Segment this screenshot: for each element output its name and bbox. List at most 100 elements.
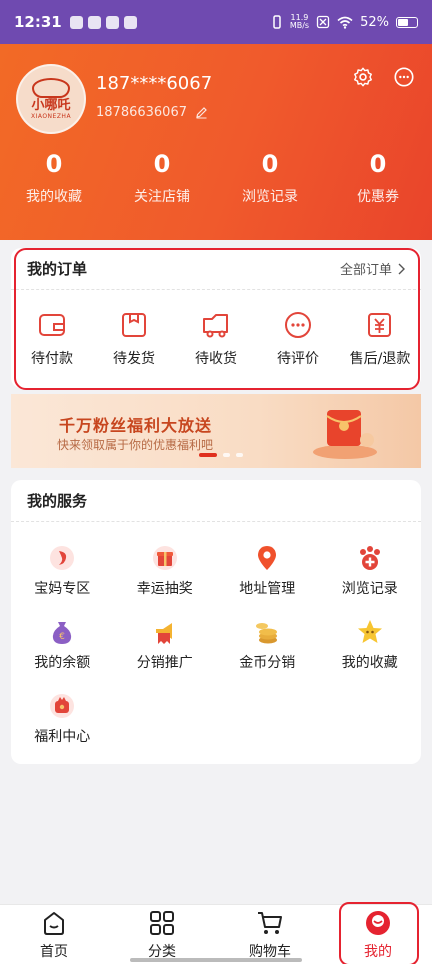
net-speed: 11.9 MB/s [289, 13, 310, 30]
notification-icons [69, 15, 137, 29]
order-label: 待收货 [195, 351, 237, 367]
stat-value: 0 [369, 150, 387, 178]
wifi-icon [337, 16, 353, 29]
service-label: 金币分销 [239, 655, 296, 671]
chevron-right-icon [398, 263, 405, 274]
status-right: 11.9 MB/s 52% [271, 14, 418, 30]
settings-gear-icon[interactable] [352, 66, 374, 88]
avatar-brand-en: XIAONEZHA [30, 113, 72, 120]
bottom-nav: 首页 分类 购物车 我的 [0, 904, 432, 964]
order-pending-receipt[interactable]: 待收货 [175, 310, 257, 368]
banner-subtitle: 快来领取属于你的优惠福利吧 [57, 438, 214, 452]
tiktok-icon [87, 15, 101, 29]
status-bar: 12:31 11.9 MB/s 52% [0, 0, 432, 44]
order-pending-payment[interactable]: 待付款 [11, 310, 93, 368]
service-coin-distribution[interactable]: 金币分销 [216, 608, 319, 682]
stat-followed-shops[interactable]: 0 关注店铺 [108, 150, 216, 206]
service-favorites[interactable]: 我的收藏 [319, 608, 422, 682]
stat-label: 我的收藏 [26, 189, 82, 205]
stat-label: 优惠券 [357, 189, 399, 205]
nav-home[interactable]: 首页 [0, 905, 108, 964]
all-orders-label: 全部订单 [339, 263, 392, 278]
service-browsing-history[interactable]: 浏览记录 [319, 534, 422, 608]
all-orders-link[interactable]: 全部订单 [340, 259, 405, 278]
service-mom-zone[interactable]: 宝妈专区 [11, 534, 114, 608]
order-pending-shipment[interactable]: 待发货 [93, 310, 175, 368]
money-bag-icon: € [53, 622, 72, 644]
paw-history-icon [359, 546, 380, 570]
red-envelope-icon [313, 410, 377, 459]
service-distribution[interactable]: 分销推广 [114, 608, 217, 682]
stats-row: 0 我的收藏 0 关注店铺 0 浏览记录 0 优惠券 [0, 150, 432, 206]
service-balance[interactable]: € 我的余额 [11, 608, 114, 682]
nav-category[interactable]: 分类 [108, 905, 216, 964]
battery-icon [396, 16, 418, 28]
order-status-row: 待付款 待发货 待收货 待评价 售后/退款 [11, 290, 421, 368]
promo-banner[interactable]: 千万粉丝福利大放送 快来领取属于你的优惠福利吧 [11, 394, 421, 468]
service-label: 幸运抽奖 [136, 581, 193, 597]
avatar-brand: 小哪吒 [31, 98, 71, 113]
location-pin-icon [258, 546, 277, 570]
service-label: 地址管理 [239, 581, 296, 597]
order-label: 待发货 [113, 351, 155, 367]
service-welfare-center[interactable]: 福利中心 [11, 682, 114, 756]
order-pending-review[interactable]: 待评价 [257, 310, 339, 368]
cart-icon [258, 911, 282, 934]
stat-value: 0 [45, 150, 63, 178]
banner-title: 千万粉丝福利大放送 [59, 416, 213, 435]
user-phone-row: 18786636067 [96, 105, 208, 120]
vibrate-icon [273, 15, 281, 29]
profile-header: 小哪吒 XIAONEZHA 187****6067 18786636067 0 … [0, 44, 432, 240]
service-label: 浏览记录 [341, 581, 398, 597]
app-notification-icon [69, 15, 83, 29]
service-lucky-draw[interactable]: 幸运抽奖 [114, 534, 217, 608]
mom-zone-icon [50, 546, 75, 570]
trumpet-icon [155, 623, 172, 644]
user-phone: 18786636067 [96, 105, 187, 120]
profile-icon [366, 910, 390, 935]
order-label: 待评价 [277, 351, 319, 367]
battery-percent: 52% [360, 14, 389, 30]
stat-browsing-history[interactable]: 0 浏览记录 [216, 150, 324, 206]
nav-profile[interactable]: 我的 [324, 905, 432, 964]
order-label: 待付款 [31, 351, 73, 367]
svg-text:€: € [59, 632, 65, 642]
stat-label: 浏览记录 [242, 189, 298, 205]
message-icon[interactable] [393, 66, 415, 88]
nav-cart[interactable]: 购物车 [216, 905, 324, 964]
coins-icon [256, 623, 278, 644]
comment-icon [285, 312, 311, 338]
service-label: 分销推广 [136, 655, 193, 671]
star-icon [357, 620, 382, 643]
wallet-icon [39, 314, 65, 336]
pagination-dot[interactable] [236, 453, 243, 457]
stat-favorites[interactable]: 0 我的收藏 [0, 150, 108, 206]
status-time: 12:31 [14, 13, 62, 31]
services-header: 我的服务 [11, 480, 421, 522]
orders-title: 我的订单 [27, 260, 88, 278]
services-title: 我的服务 [27, 492, 88, 510]
stat-value: 0 [261, 150, 279, 178]
calendar-icon [105, 15, 119, 29]
edit-icon[interactable] [195, 106, 208, 119]
home-indicator[interactable] [130, 958, 302, 962]
service-label: 我的收藏 [341, 655, 398, 671]
order-after-sales[interactable]: 售后/退款 [339, 310, 421, 368]
service-address[interactable]: 地址管理 [216, 534, 319, 608]
pagination-dot[interactable] [223, 453, 230, 457]
stat-value: 0 [153, 150, 171, 178]
order-label: 售后/退款 [349, 351, 411, 367]
orders-card: 我的订单 全部订单 待付款 待发货 待收货 待评价 售后/退款 [11, 248, 421, 388]
stat-coupons[interactable]: 0 优惠券 [324, 150, 432, 206]
services-card: 我的服务 宝妈专区 幸运抽奖 地址管理 浏览记录 € 我的余额 分销推广 金币分… [11, 480, 421, 764]
no-sim-icon [316, 15, 330, 29]
services-grid: 宝妈专区 幸运抽奖 地址管理 浏览记录 € 我的余额 分销推广 金币分销 我的收 [11, 522, 421, 756]
avatar[interactable]: 小哪吒 XIAONEZHA [16, 64, 86, 134]
gift-icon [152, 546, 177, 570]
service-label: 福利中心 [34, 729, 91, 745]
user-display-name: 187****6067 [96, 73, 213, 94]
orders-header: 我的订单 全部订单 [11, 248, 421, 290]
home-icon [44, 911, 64, 935]
service-label: 宝妈专区 [34, 581, 91, 597]
pagination-dot-active[interactable] [199, 453, 217, 457]
